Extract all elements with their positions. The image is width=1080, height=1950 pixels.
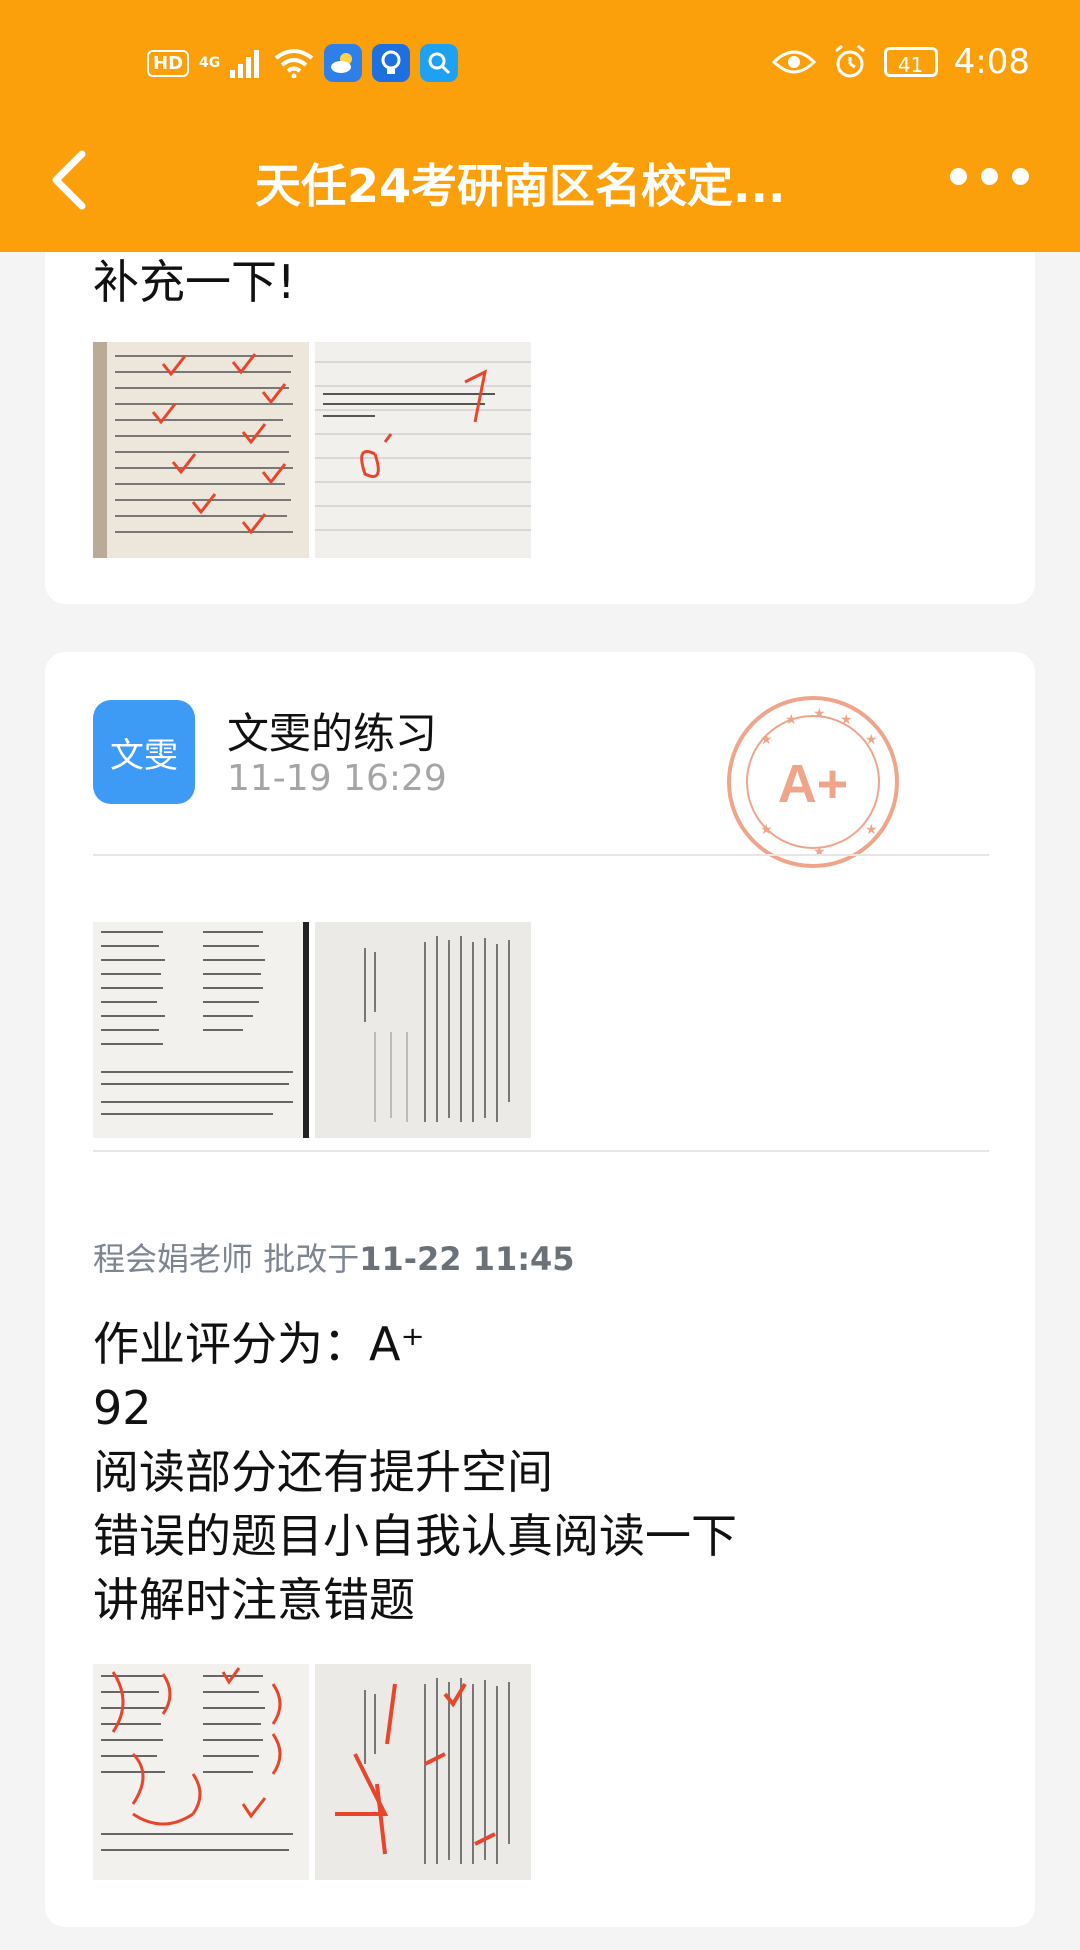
comment-line: 错误的题目小自我认真阅读一下 bbox=[93, 1509, 737, 1563]
page-title: 天任24考研南区名校定... bbox=[255, 159, 786, 213]
correction-comment: 作业评分为：A⁺ 92 阅读部分还有提升空间 错误的题目小自我认真阅读一下 讲解… bbox=[93, 1312, 737, 1632]
post-card-practice: 文雯 文雯的练习 11-19 16:29 ★ ★ ★ ★ ★ ★ ★ ★ A+ bbox=[45, 652, 1035, 1927]
status-time: 4:08 bbox=[953, 42, 1030, 82]
corrected-photo[interactable] bbox=[315, 1664, 531, 1880]
search-app-icon bbox=[420, 44, 459, 82]
grade-stamp-icon: ★ ★ ★ ★ ★ ★ ★ ★ A+ bbox=[727, 696, 899, 868]
corrected-photo[interactable] bbox=[93, 1664, 309, 1880]
eye-icon bbox=[771, 50, 816, 74]
comment-line: 阅读部分还有提升空间 bbox=[93, 1445, 553, 1499]
correction-time: 11-22 11:45 bbox=[359, 1240, 575, 1278]
more-dots-icon[interactable] bbox=[950, 168, 1029, 185]
svg-text:★: ★ bbox=[760, 732, 773, 748]
post-text: 补充一下! bbox=[93, 255, 296, 309]
top-bar: HD 4G 41 4:08 天任24考研南区名校定... bbox=[0, 0, 1080, 252]
alarm-icon bbox=[834, 44, 865, 78]
correction-info: 程会娟老师 批改于11-22 11:45 bbox=[93, 1234, 575, 1280]
divider bbox=[93, 854, 989, 856]
svg-text:★: ★ bbox=[813, 844, 826, 860]
network-type: 4G bbox=[199, 55, 221, 71]
signal-icon bbox=[230, 50, 260, 78]
svg-text:★: ★ bbox=[840, 712, 853, 728]
svg-text:★: ★ bbox=[865, 822, 878, 838]
stamp-grade: A+ bbox=[778, 754, 849, 814]
homework-photo[interactable] bbox=[93, 342, 309, 558]
teacher-name: 程会娟老师 bbox=[93, 1240, 254, 1278]
practice-photo[interactable] bbox=[93, 922, 309, 1138]
battery-indicator: 41 bbox=[883, 47, 938, 77]
svg-text:★: ★ bbox=[760, 822, 773, 838]
svg-text:★: ★ bbox=[785, 712, 798, 728]
comment-line: 92 bbox=[93, 1381, 152, 1435]
chevron-left-icon[interactable] bbox=[42, 140, 102, 220]
status-bar: HD 4G 41 4:08 bbox=[0, 38, 1080, 94]
avatar[interactable]: 文雯 bbox=[93, 700, 195, 804]
divider bbox=[93, 1150, 989, 1152]
homework-photo[interactable] bbox=[315, 342, 531, 558]
hd-indicator: HD bbox=[147, 49, 190, 77]
comment-line: 作业评分为：A⁺ bbox=[93, 1317, 425, 1371]
post-time: 11-19 16:29 bbox=[227, 758, 447, 799]
correction-action: 批改于 bbox=[263, 1240, 360, 1278]
weather-app-icon bbox=[324, 44, 363, 82]
comment-line: 讲解时注意错题 bbox=[93, 1573, 415, 1627]
bulb-app-icon bbox=[372, 44, 411, 82]
svg-text:★: ★ bbox=[865, 732, 878, 748]
svg-text:★: ★ bbox=[813, 706, 826, 722]
post-card-supplement: 补充一下! bbox=[45, 200, 1035, 604]
author-name: 文雯的练习 bbox=[227, 709, 438, 758]
wifi-icon bbox=[275, 49, 314, 78]
practice-photo[interactable] bbox=[315, 922, 531, 1138]
